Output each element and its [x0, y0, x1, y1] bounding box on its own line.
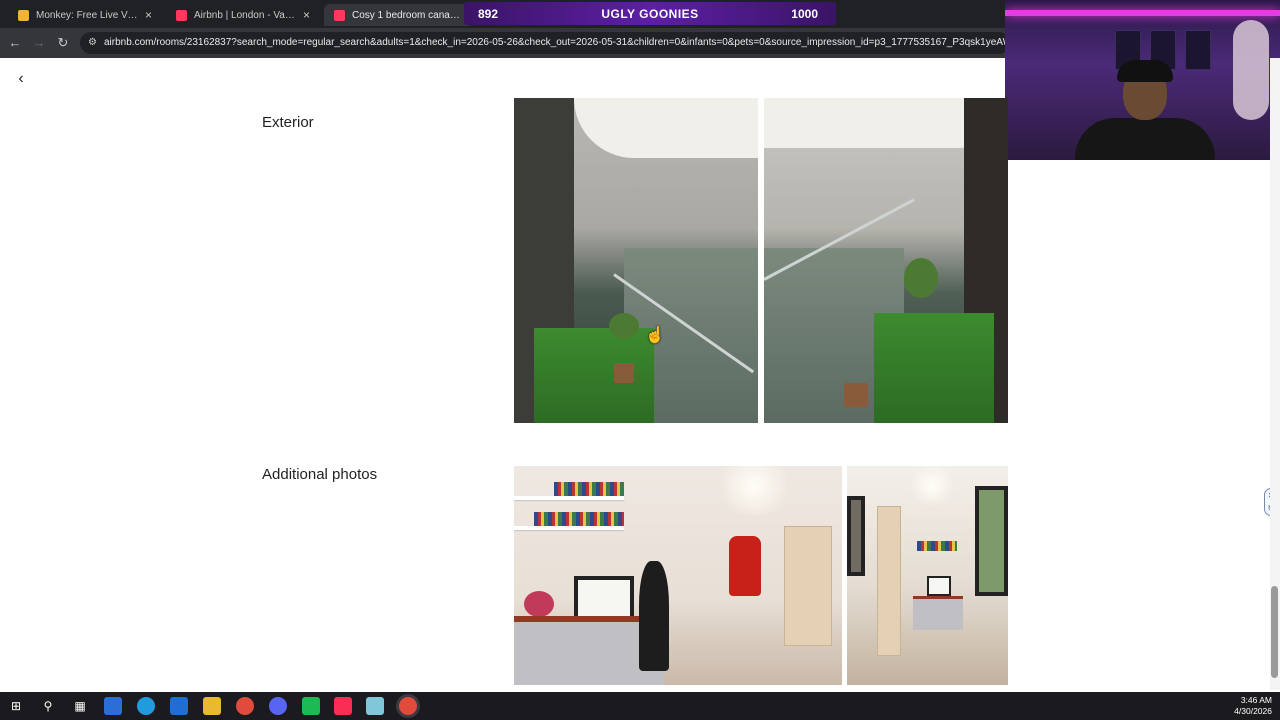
system-clock[interactable]: 3:46 AM 4/30/2026 [1234, 695, 1272, 717]
streamer-headphones [1117, 60, 1173, 82]
address-bar[interactable]: ⚙ airbnb.com/rooms/23162837?search_mode=… [80, 32, 1010, 54]
exterior-photo-2[interactable] [764, 98, 1008, 423]
discord-icon[interactable] [269, 697, 287, 715]
close-icon[interactable]: × [303, 8, 310, 22]
tab-title: Monkey: Free Live Video Chat | [36, 9, 139, 21]
file-explorer-icon[interactable] [203, 697, 221, 715]
section-title-additional-photos: Additional photos [262, 466, 378, 483]
door [784, 526, 832, 646]
edge-icon[interactable] [137, 697, 155, 715]
windows-taskbar: ⊞ ⚲ ▦ 3:46 AM 4/30/2026 [0, 692, 1280, 720]
microphone [1233, 20, 1269, 120]
spotify-icon[interactable] [302, 697, 320, 715]
door [877, 506, 901, 656]
music-icon[interactable] [334, 697, 352, 715]
coat [729, 536, 761, 596]
arch [574, 98, 758, 158]
ceiling-light [714, 466, 794, 516]
tab-title: Cosy 1 bedroom canal flat in Ca [352, 9, 462, 21]
artificial-grass [534, 328, 654, 423]
search-icon[interactable]: ⚲ [39, 697, 57, 715]
chevron-left-icon[interactable]: ‹ [12, 70, 30, 88]
address-bar-url: airbnb.com/rooms/23162837?search_mode=re… [104, 37, 1010, 48]
arrow-left-icon[interactable]: ← [6, 34, 24, 52]
sideboard [913, 596, 963, 630]
banner-title: UGLY GOONIES [601, 7, 699, 21]
store-icon[interactable] [104, 697, 122, 715]
app-icon[interactable] [366, 697, 384, 715]
tab-cosy-flat[interactable]: Cosy 1 bedroom canal flat in Ca [324, 4, 470, 26]
ironing-board [639, 561, 669, 671]
clock-date: 4/30/2026 [1234, 706, 1272, 716]
close-icon[interactable]: × [145, 8, 152, 22]
plant-pot [614, 363, 634, 383]
reload-icon[interactable]: ↻ [54, 34, 72, 52]
tab-monkey[interactable]: Monkey: Free Live Video Chat | × [8, 4, 160, 26]
scrollbar-thumb[interactable] [1271, 586, 1278, 678]
mouse-pointer-icon: ☝ [645, 327, 665, 344]
mail-icon[interactable] [170, 697, 188, 715]
books [534, 512, 624, 526]
picture-frame [927, 576, 951, 596]
airbnb-favicon-icon [334, 9, 345, 21]
books [554, 482, 624, 496]
plant [904, 258, 938, 298]
tab-airbnb-london[interactable]: Airbnb | London - Vacation Ren × [166, 4, 318, 26]
arrow-right-icon[interactable]: → [30, 34, 48, 52]
chrome-icon[interactable] [236, 697, 254, 715]
task-view-icon[interactable]: ▦ [71, 697, 89, 715]
section-title-exterior: Exterior [262, 114, 314, 131]
banner-left-score: 892 [478, 7, 499, 21]
chrome-active-icon[interactable] [399, 697, 417, 715]
webcam-overlay [1005, 0, 1280, 160]
windows-start-icon[interactable]: ⊞ [7, 697, 25, 715]
streamer-body [1075, 118, 1215, 160]
wall-poster [1185, 30, 1211, 70]
picture-frame [975, 486, 1008, 596]
monkey-favicon-icon [18, 9, 29, 21]
airbnb-favicon-icon [176, 9, 187, 21]
additional-photo-corridor[interactable] [847, 466, 1008, 685]
clock-time: 3:46 AM [1240, 695, 1272, 705]
additional-photo-hallway[interactable] [514, 466, 842, 685]
led-strip [1005, 10, 1280, 16]
tab-title: Airbnb | London - Vacation Ren [194, 9, 297, 21]
stream-score-banner: UGLY GOONIES 892 1000 [464, 2, 836, 25]
artificial-grass [874, 313, 994, 423]
plant [609, 313, 639, 339]
shelf [514, 496, 624, 500]
picture-frame [847, 496, 865, 576]
tune-icon[interactable]: ⚙ [88, 32, 97, 54]
flowers [524, 591, 554, 617]
plant-pot [844, 383, 868, 407]
shelf [514, 526, 624, 530]
books [917, 541, 957, 551]
exterior-photo-1[interactable] [514, 98, 758, 423]
banner-right-score: 1000 [791, 7, 818, 21]
ceiling-light [907, 466, 957, 506]
